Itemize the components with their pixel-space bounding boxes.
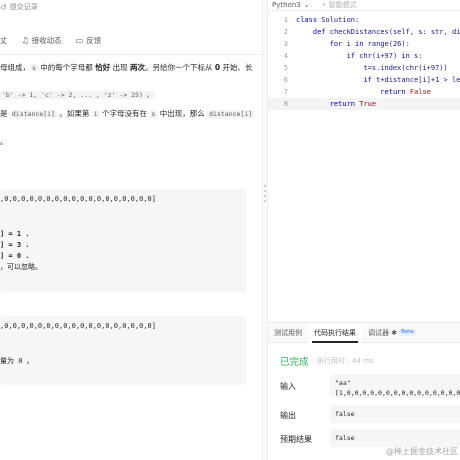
- description-line-1: 母组成， s 中的每个字母都 恰好 出现 两次。另给你一个下标从 0 开始、长: [0, 63, 253, 72]
- exec-time: 执行用时：44 ms: [317, 357, 374, 365]
- language-select[interactable]: Python3 ⌄: [272, 1, 310, 9]
- chevron-down-icon: ⌄: [303, 1, 310, 9]
- feedback-label: 反馈: [86, 35, 102, 45]
- watermark: @稀土掘金技术社区: [386, 447, 458, 456]
- example-2-input: ,0,0,0,0,0,0,0,0,0,0,0,0,0,0,0,0,0,0]: [0, 322, 156, 330]
- input-label: 输入: [280, 382, 296, 391]
- partial-action[interactable]: 丈: [0, 35, 8, 46]
- description-line-2: 'b' -> 1, 'c' -> 2, ... , 'z' -> 25) 。: [0, 91, 156, 99]
- code-editor[interactable]: 1 class Solution: 2 def checkDistances(se…: [268, 14, 460, 110]
- example-1-explain-1: ] = 1 .: [0, 230, 30, 238]
- editor-pane: Python3 ⌄ • 智能模式 1 class Solution: 2 def …: [268, 0, 460, 460]
- code-line: 4 if chr(i+97) in s:: [283, 52, 423, 60]
- input-value-box: "aa" [1,0,0,0,0,0,0,0,0,0,0,0,0,0,0,0,0,…: [330, 374, 460, 398]
- bell-icon: ♫: [21, 35, 29, 45]
- code-line: 1 class Solution:: [283, 16, 360, 24]
- problem-actions: 丈 ♫ 接收动态 ▭ 反馈: [0, 33, 101, 47]
- output-value: false: [330, 405, 460, 423]
- example-1-input: ,0,0,0,0,0,0,0,0,0,0,0,0,0,0,0,0,0,0]: [0, 195, 156, 203]
- code-line: 6 if t+distance[i]+1 > len(s: [283, 76, 460, 84]
- language-label: Python3: [272, 1, 301, 9]
- tab-testcases[interactable]: 测试用例: [268, 323, 308, 343]
- partial-action-label: 丈: [0, 35, 8, 45]
- subscribe-button[interactable]: ♫ 接收动态: [22, 35, 62, 46]
- tab-debugger[interactable]: 调试器 ✱ Beta: [362, 323, 422, 343]
- submission-header[interactable]: ↺ 提交记录: [0, 0, 262, 14]
- code-line: 2 def checkDistances(self, s: str, dista: [283, 28, 460, 36]
- example-2-box: ,0,0,0,0,0,0,0,0,0,0,0,0,0,0,0,0,0,0] 量为…: [0, 316, 246, 385]
- example-1-box: ,0,0,0,0,0,0,0,0,0,0,0,0,0,0,0,0,0,0] ] …: [0, 189, 246, 293]
- status-label: 已完成: [280, 357, 309, 368]
- splitter-grip[interactable]: [264, 185, 266, 215]
- smart-mode-label: 智能模式: [328, 1, 357, 9]
- expected-label: 预期结果: [280, 435, 312, 444]
- code-line-active: 8 return True: [268, 98, 460, 110]
- history-icon: ↺: [0, 2, 7, 12]
- example-1-explain-3: ] = 0 .: [0, 252, 30, 260]
- subscribe-label: 接收动态: [31, 35, 62, 45]
- expected-value: false: [330, 429, 460, 447]
- bug-icon: ✱: [391, 328, 398, 337]
- debugger-label: 调试器: [368, 328, 389, 337]
- problem-pane: ↺ 提交记录 丈 ♫ 接收动态 ▭ 反馈 母组成， s 中的每个字母都 恰好 出现…: [0, 0, 262, 460]
- divider: [0, 54, 262, 55]
- code-line: 7 return False: [283, 88, 431, 96]
- dot-icon: •: [321, 1, 326, 9]
- example-1-explain-2: ] = 3 .: [0, 241, 30, 249]
- feedback-button[interactable]: ▭ 反馈: [76, 35, 102, 46]
- console-panel: 测试用例 代码执行结果 调试器 ✱ Beta 已完成 执行用时：44 ms 输入 …: [268, 322, 460, 460]
- example-2-explain: 量为 0 。: [0, 357, 34, 365]
- description-line-3: 是 distance[i] 。如果第 i 个字母没有在 s 中出现，那么 dis…: [0, 109, 255, 118]
- example-1-explain-4: ，可以忽略。: [0, 263, 42, 271]
- tab-results[interactable]: 代码执行结果: [308, 322, 362, 343]
- console-tabs: 测试用例 代码执行结果 调试器 ✱ Beta: [268, 322, 460, 343]
- submissions-label[interactable]: 提交记录: [10, 2, 38, 12]
- smart-mode-toggle[interactable]: • 智能模式: [322, 0, 357, 10]
- description-line-4: 。: [0, 137, 8, 146]
- input-value-1: "aa": [335, 379, 351, 387]
- code-line: 3 for i in range(26):: [283, 40, 410, 48]
- editor-toolbar: Python3 ⌄ • 智能模式: [268, 0, 460, 11]
- beta-badge: Beta: [399, 329, 416, 336]
- input-value-2: [1,0,0,0,0,0,0,0,0,0,0,0,0,0,0,0,0,0,0,0…: [335, 389, 460, 397]
- feedback-icon: ▭: [75, 35, 84, 45]
- code-line: 5 t=s.index(chr(i+97)): [283, 64, 448, 72]
- output-label: 输出: [280, 411, 296, 420]
